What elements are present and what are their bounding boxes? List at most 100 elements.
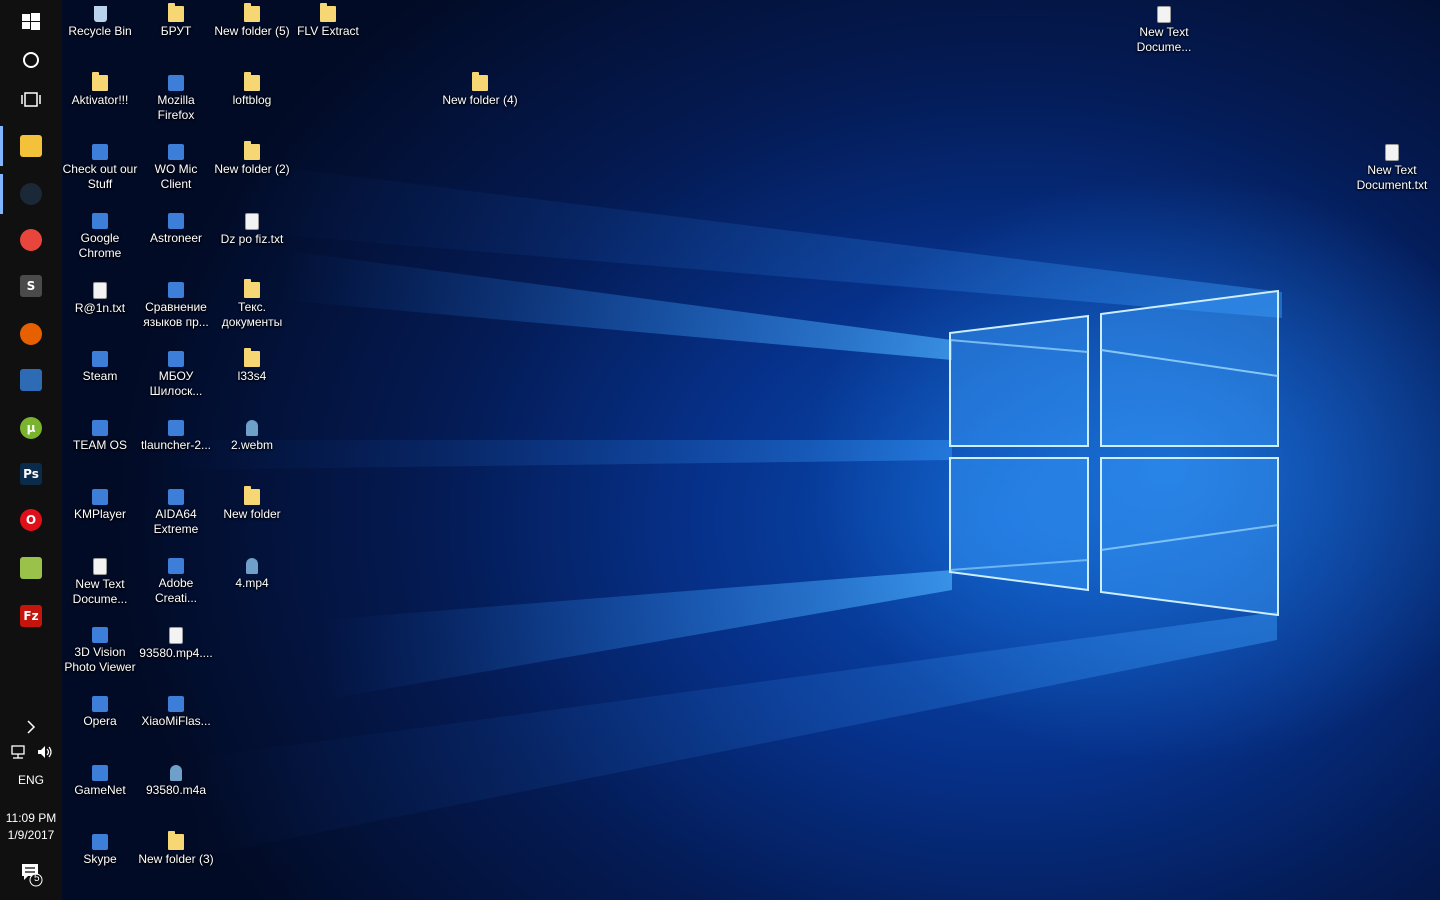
desktop-icon[interactable]: KMPlayer (62, 489, 138, 522)
desktop-icon[interactable]: Steam (62, 351, 138, 384)
cortana-button[interactable] (0, 38, 62, 82)
desktop-icon[interactable]: Skype (62, 834, 138, 867)
desktop-icon[interactable]: Текс. документы (214, 279, 290, 330)
desktop-icon[interactable]: New folder (2) (214, 141, 290, 177)
3d-vision-icon (92, 627, 108, 643)
taskbar-app-sublime[interactable]: S (0, 264, 62, 308)
taskbar-app-opera[interactable]: O (0, 498, 62, 542)
desktop-icon-label: New folder (4) (442, 93, 518, 107)
desktop-icon-label: Adobe Creati... (154, 576, 197, 605)
desktop-icon[interactable]: Astroneer (138, 213, 214, 246)
desktop-icon-label: Google Chrome (78, 231, 122, 260)
desktop-icon-label: Текс. документы (221, 300, 283, 329)
taskbar-app-filezilla[interactable]: Fz (0, 594, 62, 638)
desktop-icon[interactable]: loftblog (214, 72, 290, 108)
desktop-icon[interactable]: Сравнение языков пр... (138, 282, 214, 330)
desktop-icon[interactable]: Google Chrome (62, 213, 138, 261)
text-document-icon (93, 282, 107, 299)
desktop-icon[interactable]: New folder (3) (138, 831, 214, 867)
desktop-icon-label: Check out our Stuff (62, 162, 138, 191)
desktop-icon[interactable]: XiaoMiFlas... (138, 696, 214, 729)
volume-icon[interactable] (36, 744, 54, 760)
notepad-icon (20, 557, 42, 579)
desktop-icon[interactable]: 93580.mp4.... (138, 627, 214, 661)
xiaomi-flash-icon (168, 696, 184, 712)
utorrent-icon: µ (20, 417, 42, 439)
desktop-icon[interactable]: New folder (214, 486, 290, 522)
folder-icon (168, 3, 184, 22)
text-document-icon (93, 558, 107, 575)
steam-shortcut-icon (92, 351, 108, 367)
taskbar-app-movie-maker[interactable] (0, 358, 62, 402)
folder-icon (244, 486, 260, 505)
taskbar-app-notepad[interactable] (0, 546, 62, 590)
desktop-icon[interactable]: FLV Extract (290, 3, 366, 39)
taskbar-app-firefox[interactable] (0, 312, 62, 356)
word-document-icon (168, 351, 184, 367)
text-document-icon (1157, 6, 1171, 23)
desktop-icon[interactable]: New Text Docume... (1126, 6, 1202, 55)
folder-icon (244, 279, 260, 298)
taskbar-app-file-explorer[interactable] (0, 124, 62, 168)
desktop-icon-label: Astroneer (149, 231, 203, 245)
desktop-icon-label: GameNet (74, 783, 126, 797)
folder-icon (244, 72, 260, 91)
vlc-media-icon (246, 558, 258, 574)
opera-shortcut-icon (92, 696, 108, 712)
desktop-icon-label: l33s4 (237, 369, 267, 383)
desktop-icon[interactable]: tlauncher-2... (138, 420, 214, 453)
desktop-icon[interactable]: l33s4 (214, 348, 290, 384)
task-view-button[interactable] (0, 78, 62, 122)
desktop-icon-label: loftblog (232, 93, 272, 107)
desktop-icon[interactable]: R@1n.txt (62, 282, 138, 316)
desktop-icon[interactable]: 3D Vision Photo Viewer (62, 627, 138, 675)
folder-icon (168, 831, 184, 850)
vlc-media-icon (170, 765, 182, 781)
desktop-icon[interactable]: Check out our Stuff (62, 144, 138, 192)
language-indicator[interactable]: ENG (0, 773, 62, 787)
desktop-icon[interactable]: МБОУ Шилоск... (138, 351, 214, 399)
desktop-icon-label: Opera (83, 714, 117, 728)
desktop-icon[interactable]: New Text Docume... (62, 558, 138, 607)
desktop-icon[interactable]: New Text Document.txt (1354, 144, 1430, 193)
action-center-button[interactable]: 5 (0, 852, 62, 896)
desktop-icon-label: Mozilla Firefox (157, 93, 195, 122)
desktop-icon[interactable]: New folder (5) (214, 3, 290, 39)
text-document-icon (1385, 144, 1399, 161)
tray-status-icons (10, 742, 54, 762)
desktop-icon[interactable]: Opera (62, 696, 138, 729)
desktop-icon-label: New Text Document.txt (1356, 163, 1428, 192)
desktop-icon[interactable]: Dz po fiz.txt (214, 213, 290, 247)
desktop-icon-label: WO Mic Client (154, 162, 198, 191)
clock-time[interactable]: 11:09 PM (0, 811, 62, 825)
firefox-shortcut-icon (168, 75, 184, 91)
desktop-icon-label: МБОУ Шилоск... (149, 369, 203, 398)
desktop-icon[interactable]: 2.webm (214, 420, 290, 453)
taskbar-app-steam[interactable] (0, 172, 62, 216)
desktop-icon[interactable]: Recycle Bin (62, 6, 138, 39)
network-icon[interactable] (10, 744, 28, 760)
desktop-icon[interactable]: 4.mp4 (214, 558, 290, 591)
desktop-icon[interactable]: БРУТ (138, 3, 214, 39)
desktop-icon[interactable]: Adobe Creati... (138, 558, 214, 606)
desktop-icon[interactable]: 93580.m4a (138, 765, 214, 798)
desktop-icon[interactable]: Mozilla Firefox (138, 75, 214, 123)
desktop-icon[interactable]: New folder (4) (442, 72, 518, 108)
desktop-icon-label: 4.mp4 (235, 576, 269, 590)
desktop-icon[interactable]: WO Mic Client (138, 144, 214, 192)
task-view-icon (21, 92, 41, 107)
taskbar-app-utorrent[interactable]: µ (0, 406, 62, 450)
desktop-icon[interactable]: AIDA64 Extreme (138, 489, 214, 537)
taskbar-app-photoshop[interactable]: Ps (0, 452, 62, 496)
cortana-circle-icon (23, 52, 39, 68)
photoshop-icon: Ps (20, 463, 42, 485)
desktop-icon[interactable]: GameNet (62, 765, 138, 798)
desktop-icon[interactable]: Aktivator!!! (62, 72, 138, 108)
chevron-right-icon (27, 720, 36, 734)
desktop-icon[interactable]: TEAM OS (62, 420, 138, 453)
shortcut-icon (92, 144, 108, 160)
desktop-icon-label: FLV Extract (297, 24, 359, 38)
gamenet-icon (92, 765, 108, 781)
taskbar-app-chrome[interactable] (0, 218, 62, 262)
clock-date[interactable]: 1/9/2017 (0, 828, 62, 842)
